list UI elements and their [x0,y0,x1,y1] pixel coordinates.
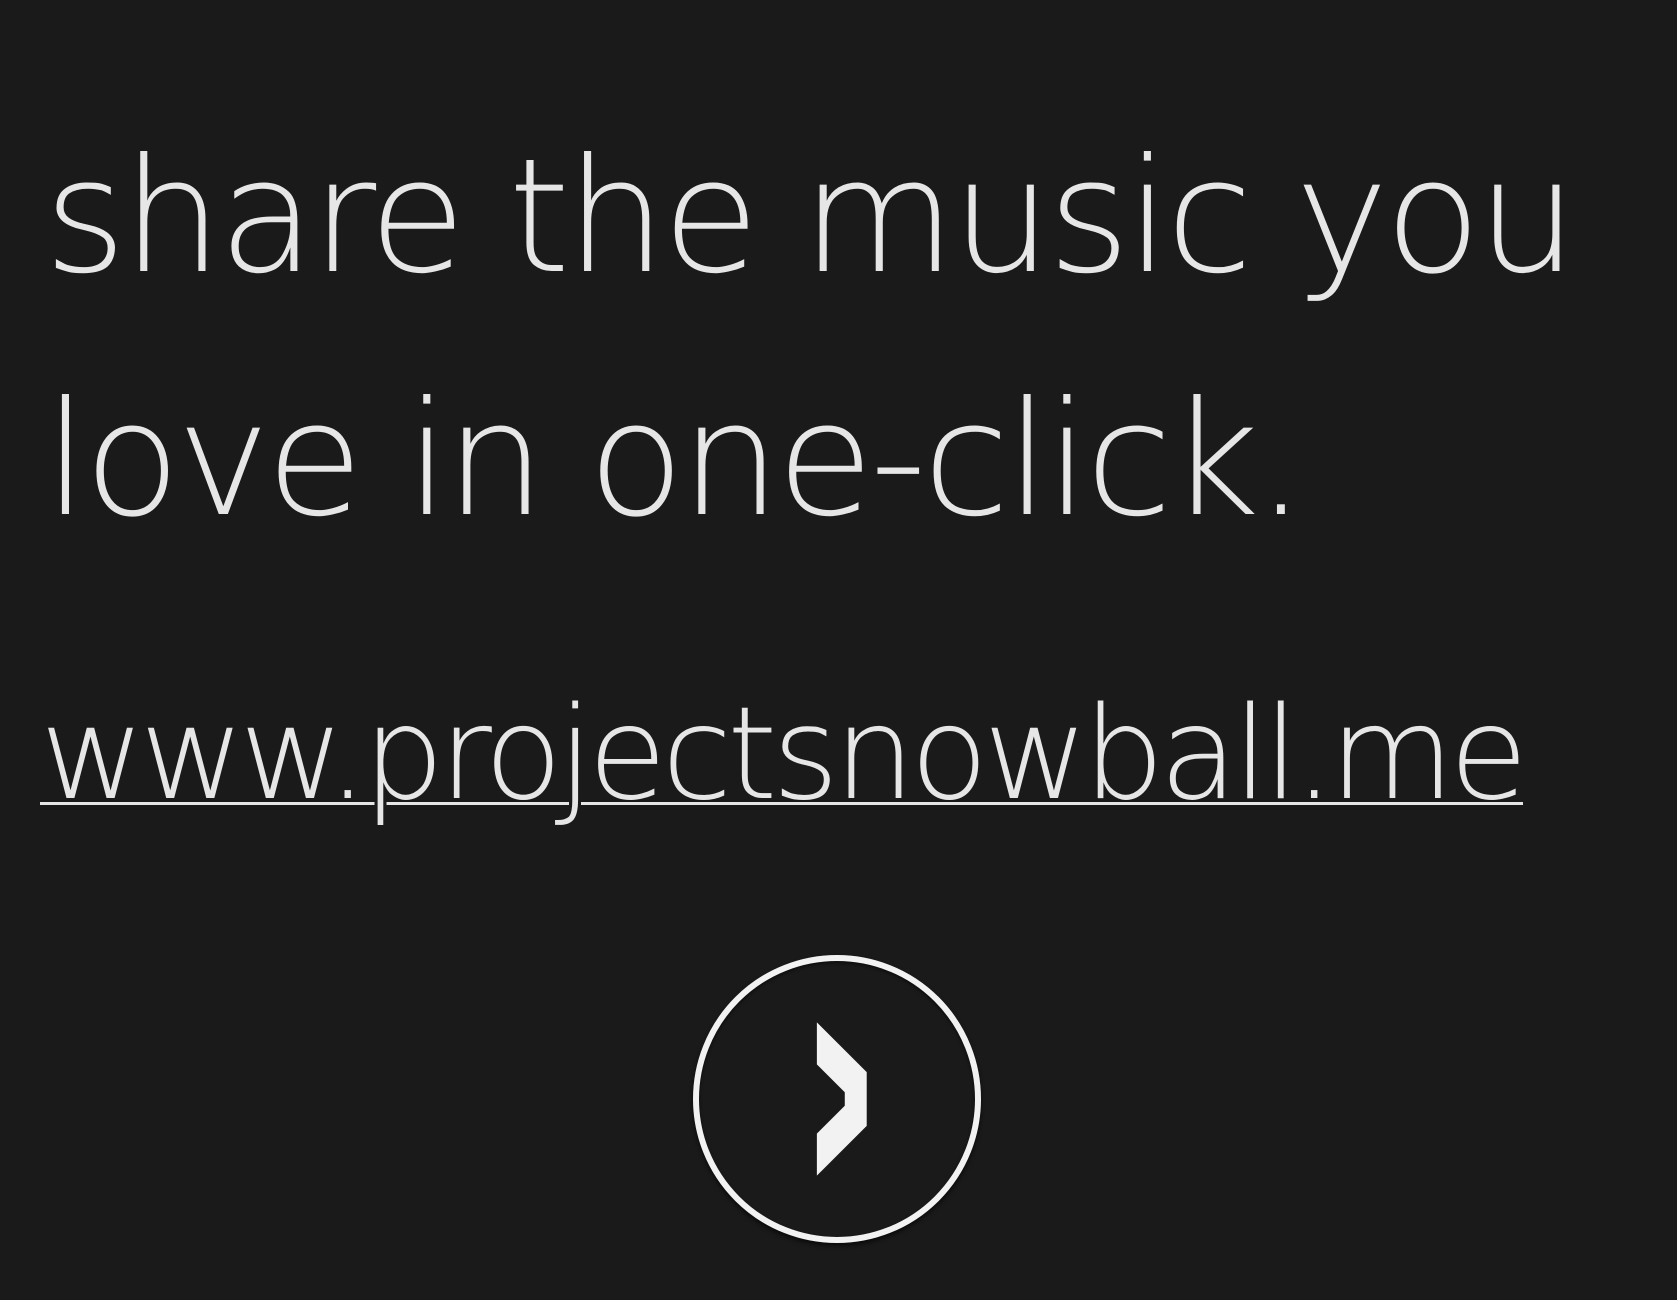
website-link[interactable]: www.projectsnowball.me [40,680,1528,830]
next-button[interactable] [693,955,981,1243]
tagline: share the music you love in one-click. [44,96,1644,582]
splash-screen: share the music you love in one-click. w… [0,0,1677,1300]
tagline-line-1: share the music you [44,125,1577,309]
chevron-right-icon [816,1022,867,1176]
tagline-line-2: love in one-click. [44,368,1306,552]
